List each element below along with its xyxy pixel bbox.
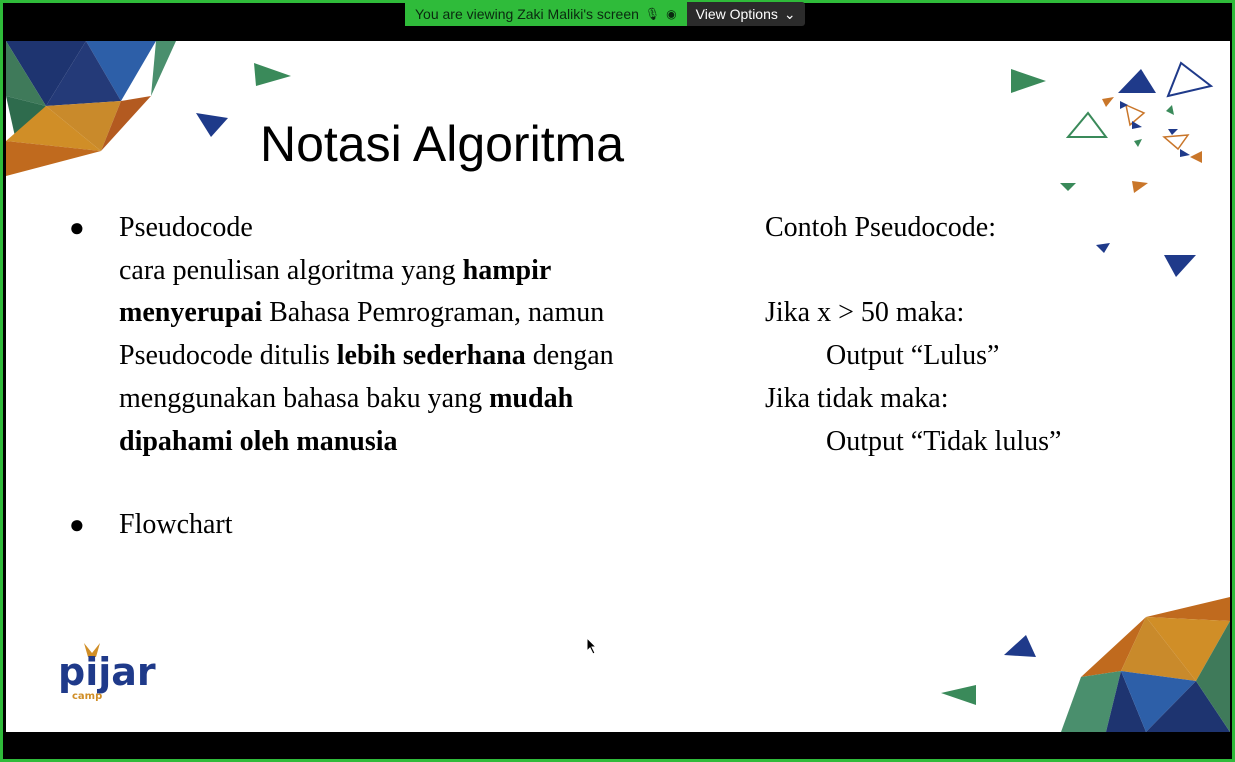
example-line-1: Jika x > 50 maka:	[765, 297, 965, 329]
viewing-text: You are viewing Zaki Maliki's screen	[415, 6, 639, 22]
zoom-share-bar: You are viewing Zaki Maliki's screen 🎙 ◉…	[405, 2, 805, 26]
viewing-banner: You are viewing Zaki Maliki's screen 🎙 ◉	[405, 2, 687, 26]
example-heading: Contoh Pseudocode:	[765, 212, 996, 243]
flowchart-label: Flowchart	[119, 509, 233, 540]
pseudocode-line-5: dipahami oleh manusia	[119, 425, 398, 457]
record-icon: ◉	[666, 7, 677, 21]
pijar-camp-logo: pijar camp	[58, 643, 156, 702]
example-spacer	[765, 250, 1061, 293]
example-line-4: Output “Tidak lulus”	[826, 425, 1062, 457]
mouse-cursor-icon	[586, 637, 598, 655]
pseudocode-line-4: menggunakan bahasa baku yang mudah	[119, 382, 574, 414]
chevron-down-icon: ⌄	[783, 6, 796, 22]
view-options-label: View Options	[695, 6, 778, 22]
bullet-pseudocode: ●	[69, 213, 85, 242]
pseudocode-line-3: Pseudocode ditulis lebih sederhana denga…	[119, 340, 614, 372]
example-line-3: Jika tidak maka:	[765, 382, 949, 414]
pseudocode-line-1: cara penulisan algoritma yang hampir	[119, 254, 552, 286]
example-pseudocode: Contoh Pseudocode: Jika x > 50 maka: Out…	[765, 207, 1061, 463]
presentation-slide: Notasi Algoritma ● Pseudocode cara penul…	[6, 41, 1230, 732]
svg-text:camp: camp	[72, 691, 102, 702]
slide-title: Notasi Algoritma	[260, 116, 625, 172]
pseudocode-line-2: menyerupai Bahasa Pemrograman, namun	[119, 297, 605, 329]
view-options-button[interactable]: View Options ⌄	[686, 2, 805, 26]
example-line-2: Output “Lulus”	[826, 340, 1000, 372]
mic-muted-icon: 🎙	[644, 7, 661, 21]
bullet-flowchart: ●	[69, 510, 85, 539]
pseudocode-section: Pseudocode cara penulisan algoritma yang…	[119, 207, 699, 463]
pseudocode-heading: Pseudocode	[119, 212, 253, 243]
svg-text:pijar: pijar	[58, 650, 156, 694]
